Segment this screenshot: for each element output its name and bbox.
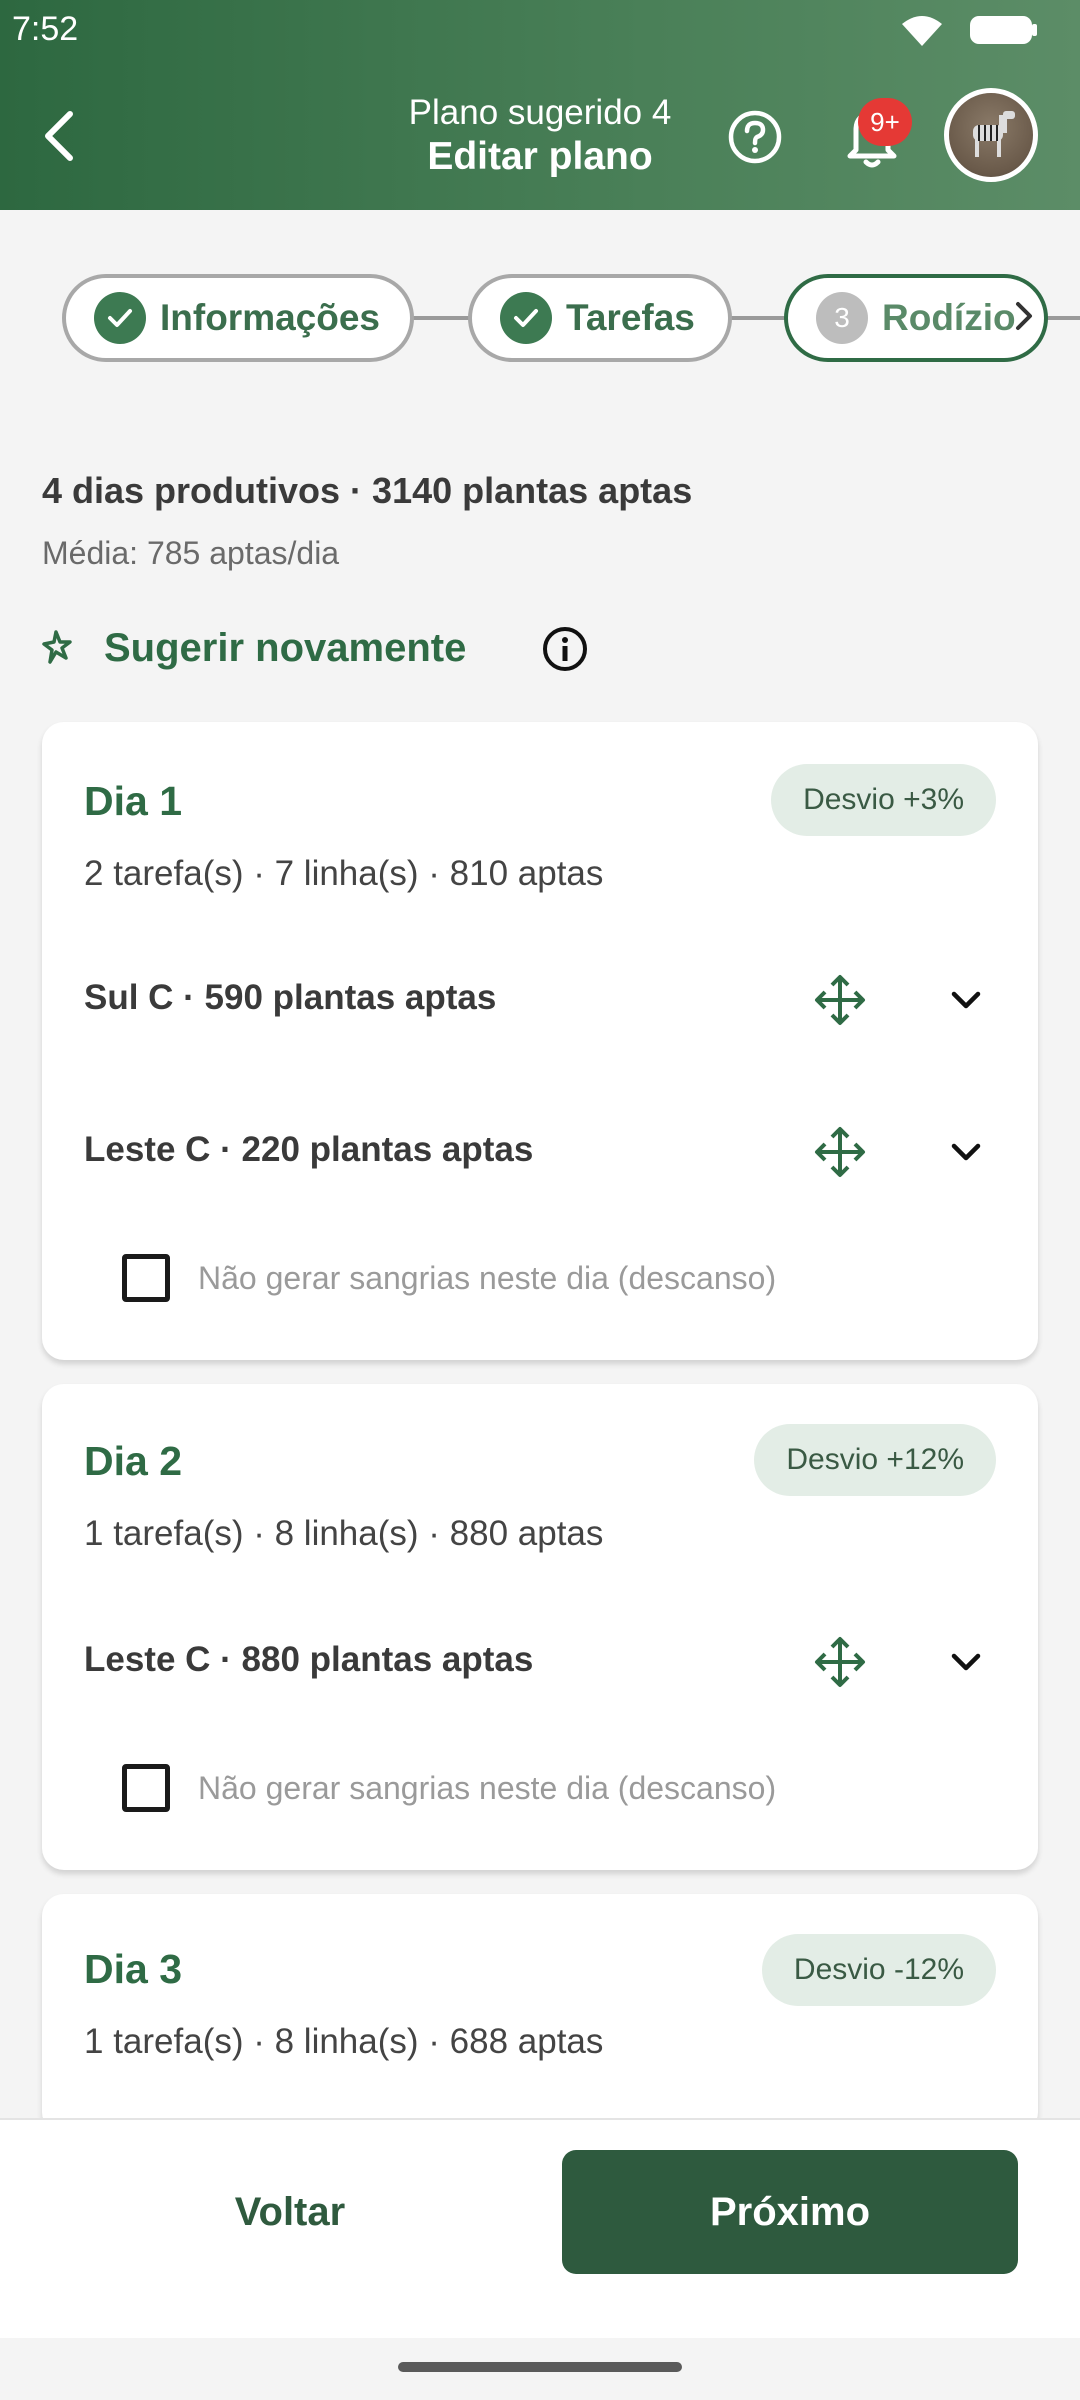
- chevron-down-icon: [951, 991, 981, 1009]
- step-informacoes[interactable]: Informações: [62, 274, 414, 362]
- next-button[interactable]: Próximo: [562, 2150, 1018, 2274]
- day-card-1: Dia 1 Desvio +3% 2 tarefa(s) · 7 linha(s…: [42, 722, 1038, 1360]
- back-button[interactable]: Voltar: [60, 2150, 520, 2274]
- check-icon: [500, 292, 552, 344]
- notification-badge: 9+: [858, 98, 912, 146]
- move-icon: [815, 1127, 865, 1177]
- help-button[interactable]: [726, 108, 784, 166]
- rest-day-checkbox[interactable]: [122, 1254, 170, 1302]
- wifi-icon: [902, 16, 942, 46]
- step-tarefas[interactable]: Tarefas: [468, 274, 732, 362]
- suggest-again-label: Sugerir novamente: [104, 625, 467, 670]
- drag-handle[interactable]: [812, 1634, 868, 1690]
- chevron-left-icon: [45, 111, 73, 161]
- magic-wand-icon: [42, 630, 72, 664]
- rest-day-option[interactable]: Não gerar sangrias neste dia (descanso): [122, 1254, 776, 1302]
- move-icon: [815, 975, 865, 1025]
- step-label: Informações: [160, 297, 381, 338]
- deviation-chip: Desvio +12%: [754, 1424, 996, 1496]
- bottom-action-bar: Voltar Próximo: [0, 2118, 1080, 2338]
- info-icon: [543, 627, 587, 671]
- deviation-chip: Desvio -12%: [761, 1934, 996, 2006]
- expand-button[interactable]: [942, 1128, 990, 1176]
- help-circle-icon: [728, 110, 782, 164]
- day-meta: 2 tarefa(s) · 7 linha(s) · 810 aptas: [84, 854, 604, 893]
- back-arrow-button[interactable]: [32, 100, 84, 172]
- battery-icon: [970, 16, 1037, 44]
- task-item-label[interactable]: Sul C · 590 plantas aptas: [84, 978, 496, 1018]
- avatar[interactable]: [944, 88, 1038, 182]
- expand-button[interactable]: [942, 1638, 990, 1686]
- info-button[interactable]: [540, 624, 590, 674]
- summary-totals: 4 dias produtivos · 3140 plantas aptas: [42, 470, 693, 511]
- rest-day-label: Não gerar sangrias neste dia (descanso): [198, 1259, 777, 1296]
- day-meta: 1 tarefa(s) · 8 linha(s) · 880 aptas: [84, 1514, 604, 1553]
- system-nav-area: [0, 2338, 1080, 2400]
- move-icon: [815, 1637, 865, 1687]
- day-card-2: Dia 2 Desvio +12% 1 tarefa(s) · 8 linha(…: [42, 1384, 1038, 1870]
- chevron-right-icon[interactable]: [1012, 296, 1036, 336]
- home-indicator[interactable]: [398, 2362, 682, 2372]
- zebra-avatar-icon: [973, 111, 1015, 157]
- day-title: Dia 1: [84, 778, 182, 824]
- drag-handle[interactable]: [812, 1124, 868, 1180]
- rest-day-label: Não gerar sangrias neste dia (descanso): [198, 1769, 777, 1806]
- stepper: Informações Tarefas 3 Rodízio: [0, 270, 1080, 365]
- chevron-down-icon: [951, 1143, 981, 1161]
- day-title: Dia 2: [84, 1438, 182, 1484]
- task-item-label[interactable]: Leste C · 220 plantas aptas: [84, 1130, 533, 1170]
- step-label: Tarefas: [566, 297, 695, 338]
- status-time: 7:52: [12, 10, 79, 48]
- deviation-chip: Desvio +3%: [771, 764, 996, 836]
- app-header: 7:52 Plano sugerido 4 Editar plano 9+: [0, 0, 1080, 210]
- step-number: 3: [816, 292, 868, 344]
- day-meta: 1 tarefa(s) · 8 linha(s) · 688 aptas: [84, 2022, 604, 2061]
- page-title: Editar plano: [427, 135, 653, 178]
- status-icons: [898, 12, 1040, 48]
- drag-handle[interactable]: [812, 972, 868, 1028]
- header-title-block: Plano sugerido 4 Editar plano: [340, 92, 740, 180]
- step-rodizio[interactable]: 3 Rodízio: [784, 274, 1048, 362]
- suggest-again-button[interactable]: Sugerir novamente: [42, 616, 466, 680]
- day-card-3: Dia 3 Desvio -12% 1 tarefa(s) · 8 linha(…: [42, 1894, 1038, 2134]
- step-connector: [410, 316, 470, 320]
- summary-average: Média: 785 aptas/dia: [42, 535, 340, 571]
- step-connector: [728, 316, 788, 320]
- step-connector: [1046, 316, 1080, 320]
- step-label: Rodízio: [882, 297, 1016, 338]
- day-title: Dia 3: [84, 1946, 182, 1992]
- header-subtitle: Plano sugerido 4: [408, 93, 672, 132]
- expand-button[interactable]: [942, 976, 990, 1024]
- rest-day-checkbox[interactable]: [122, 1764, 170, 1812]
- check-icon: [94, 292, 146, 344]
- chevron-down-icon: [951, 1653, 981, 1671]
- rest-day-option[interactable]: Não gerar sangrias neste dia (descanso): [122, 1764, 776, 1812]
- task-item-label[interactable]: Leste C · 880 plantas aptas: [84, 1640, 533, 1680]
